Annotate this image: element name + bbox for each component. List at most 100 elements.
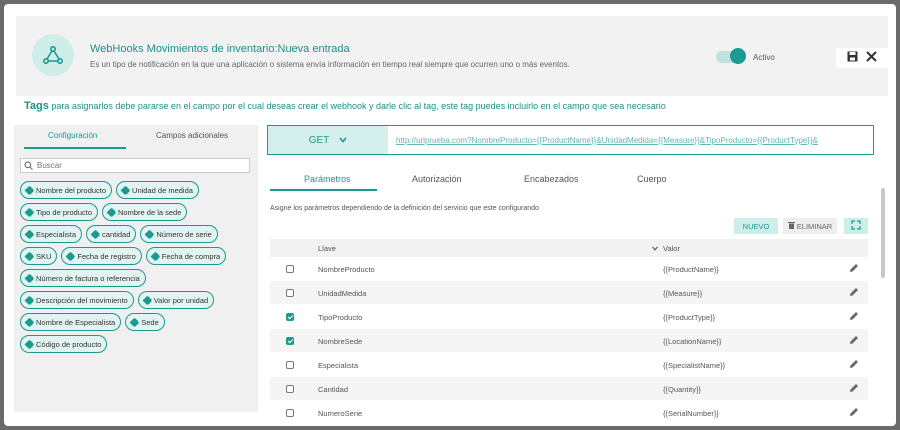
search-icon	[24, 157, 33, 175]
tag-chip[interactable]: Fecha de registro	[61, 247, 142, 265]
tag-search	[20, 158, 250, 173]
tag-chip[interactable]: Unidad de medida	[116, 181, 199, 199]
tag-icon	[24, 273, 35, 283]
tag-chip[interactable]: Nombre del producto	[20, 181, 113, 199]
row-checkbox[interactable]	[286, 265, 294, 273]
tag-chip[interactable]: Número de serie	[140, 225, 218, 243]
delete-button[interactable]: ELIMINAR	[783, 218, 837, 234]
tags-panel: Configuración Campos adicionales Nombre …	[14, 125, 258, 412]
tag-list: Nombre del producto Unidad de medida Tipo …	[20, 181, 252, 353]
row-checkbox[interactable]	[286, 289, 294, 297]
active-toggle[interactable]	[716, 48, 746, 64]
expand-icon	[851, 220, 861, 232]
tag-icon	[24, 229, 35, 239]
edit-icon[interactable]	[848, 406, 860, 418]
tab-autorizacion[interactable]: Autorización	[412, 174, 462, 184]
tag-icon	[24, 185, 35, 195]
tag-chip[interactable]: Tipo de producto	[20, 203, 99, 221]
row-checkbox[interactable]	[286, 313, 294, 321]
tag-chip[interactable]: Nombre de Especialista	[20, 313, 122, 331]
tags-note: Tags para asignarlos debe pararse en el …	[24, 100, 666, 112]
tag-chip[interactable]: Nombre de la sede	[102, 203, 188, 221]
tag-icon	[24, 295, 35, 305]
tag-chip[interactable]: Código de producto	[20, 335, 108, 353]
table-row: NumeroSerie {{SerialNumber}}	[270, 401, 868, 425]
tag-chip[interactable]: Número de factura o referencia	[20, 269, 146, 287]
tag-icon	[65, 251, 76, 261]
edit-icon[interactable]	[848, 334, 860, 346]
tab-underline	[24, 147, 126, 149]
tag-label: Tipo de producto	[36, 207, 93, 217]
method-select[interactable]: GET	[268, 126, 388, 154]
table-row: NombreProducto {{ProductName}}	[270, 257, 868, 281]
table-row: UnidadMedida {{Measure}}	[270, 281, 868, 305]
delete-label: ELIMINAR	[796, 221, 833, 231]
tag-icon	[142, 295, 153, 305]
search-input[interactable]	[37, 161, 237, 170]
tag-label: Valor por unidad	[153, 295, 209, 305]
row-value: {{Measure}}	[663, 289, 703, 298]
tags-note-text: para asignarlos debe pararse en el campo…	[48, 101, 666, 111]
row-key: NumeroSerie	[318, 409, 363, 418]
edit-icon[interactable]	[848, 382, 860, 394]
row-checkbox[interactable]	[286, 409, 294, 417]
chevron-down-icon	[652, 244, 658, 253]
table-row: NombreSede {{LocationName}}	[270, 329, 868, 353]
tab-underline	[270, 189, 377, 191]
edit-icon[interactable]	[848, 286, 860, 298]
tags-note-bold: Tags	[24, 100, 49, 112]
tab-parametros[interactable]: Parámetros	[304, 174, 351, 184]
row-value: {{LocationName}}	[663, 337, 722, 346]
header-key: Llave	[318, 244, 336, 253]
new-button[interactable]: NUEVO	[734, 218, 778, 234]
close-icon[interactable]	[866, 49, 877, 67]
params-table: Llave Valor NombreProducto {{ProductName}…	[270, 239, 868, 425]
scrollbar[interactable]	[881, 188, 885, 278]
row-checkbox[interactable]	[286, 361, 294, 369]
tag-label: Código de producto	[36, 339, 102, 349]
edit-icon[interactable]	[848, 358, 860, 370]
row-value: {{SpecialistName}}	[663, 361, 726, 370]
tag-icon	[106, 207, 117, 217]
tag-label: Nombre de Especialista	[36, 317, 116, 327]
row-checkbox[interactable]	[286, 337, 294, 345]
table-row: Cantidad {{Quantity}}	[270, 377, 868, 401]
tab-encabezados[interactable]: Encabezados	[524, 174, 579, 184]
url-input[interactable]: http://urlprueba.com?NombreProducto={{Pr…	[388, 126, 873, 154]
save-icon[interactable]	[847, 49, 858, 67]
edit-icon[interactable]	[848, 310, 860, 322]
expand-button[interactable]	[844, 218, 868, 234]
row-key: TipoProducto	[318, 313, 363, 322]
edit-icon[interactable]	[848, 262, 860, 274]
row-checkbox[interactable]	[286, 385, 294, 393]
tag-label: Especialista	[36, 229, 77, 239]
tag-label: Fecha de registro	[77, 251, 136, 261]
header-value: Valor	[663, 244, 680, 253]
row-key: NombreProducto	[318, 265, 375, 274]
tag-chip[interactable]: SKU	[20, 247, 58, 265]
tab-cuerpo[interactable]: Cuerpo	[637, 174, 667, 184]
tag-icon	[24, 317, 35, 327]
tag-icon	[129, 317, 140, 327]
tag-label: Nombre del producto	[36, 185, 107, 195]
trash-icon	[787, 221, 795, 231]
row-key: NombreSede	[318, 337, 363, 346]
tag-chip[interactable]: Especialista	[20, 225, 83, 243]
tag-chip[interactable]: Valor por unidad	[137, 291, 215, 309]
request-tabs: Parámetros Autorización Encabezados Cuer…	[270, 172, 870, 192]
tab-campos-adicionales[interactable]: Campos adicionales	[156, 131, 228, 140]
modal-title: WebHooks Movimientos de inventario:Nueva…	[90, 43, 350, 55]
tab-configuracion[interactable]: Configuración	[48, 131, 97, 140]
tag-chip[interactable]: Fecha de compra	[145, 247, 227, 265]
tag-chip[interactable]: cantidad	[86, 225, 137, 243]
row-value: {{Quantity}}	[663, 385, 701, 394]
tag-label: SKU	[36, 251, 52, 261]
tag-icon	[24, 339, 35, 349]
tag-label: Número de factura o referencia	[36, 273, 140, 283]
tag-chip[interactable]: Sede	[125, 313, 165, 331]
tag-chip[interactable]: Descripción del movimiento	[20, 291, 134, 309]
modal-subtitle: Es un tipo de notificación en la que una…	[90, 60, 570, 69]
row-value: {{ProductType}}	[663, 313, 716, 322]
webhook-logo-icon	[32, 34, 74, 76]
header-actions	[836, 48, 888, 68]
